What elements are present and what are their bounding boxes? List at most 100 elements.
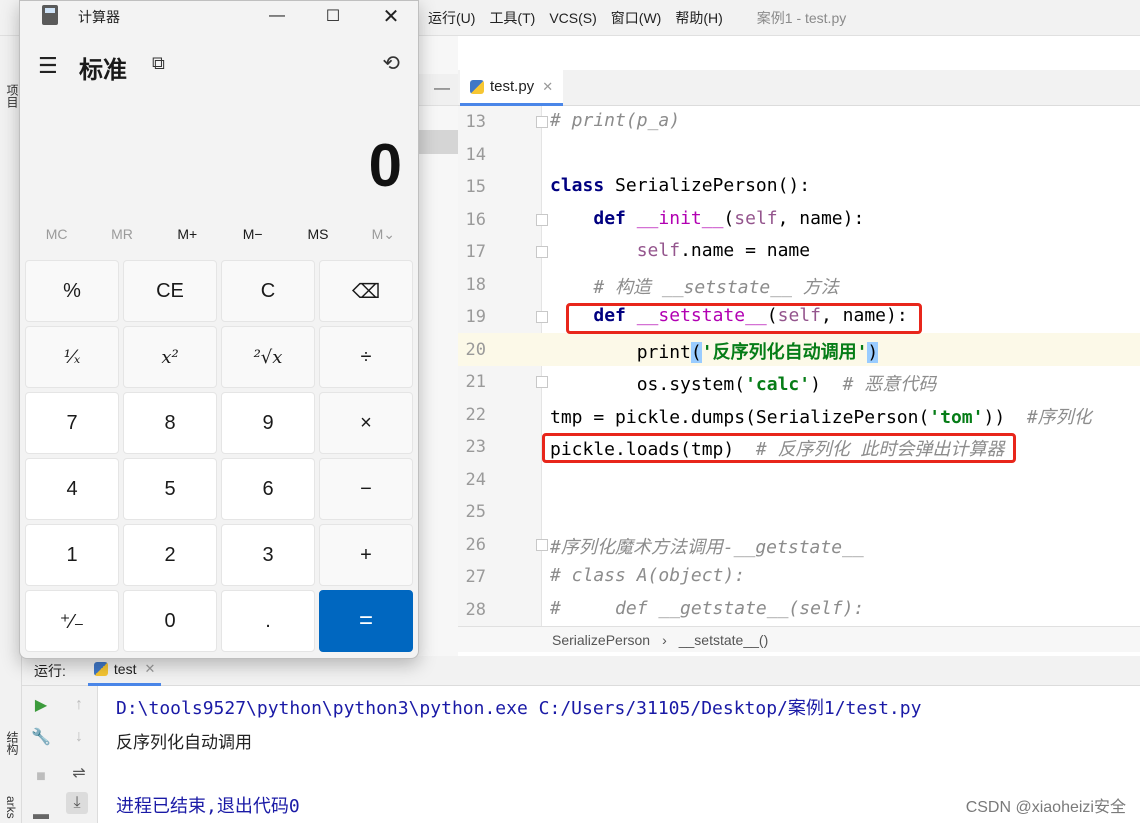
code-line-28: # def __getstate__(self): [550,598,865,619]
clear-button[interactable]: C [221,260,315,322]
code-line-20: print('反序列化自动调用') [550,342,879,363]
plus-button[interactable]: + [319,524,413,586]
fold-marker[interactable] [536,246,548,258]
pin-icon[interactable]: ▬ [30,804,52,823]
clear-entry-button[interactable]: CE [123,260,217,322]
breadcrumb-method[interactable]: __setstate__() [679,632,769,648]
code-line-17: self.name = name [636,240,811,261]
run-label: 运行: [34,662,66,679]
calculator-titlebar[interactable]: 计算器 — ☐ ✕ [20,1,418,31]
calculator-display: 0 [368,132,402,199]
square-button[interactable]: x² [123,326,217,388]
digit-6-button[interactable]: 6 [221,458,315,520]
stop-icon[interactable]: ■ [30,766,52,788]
fold-marker[interactable] [536,116,548,128]
digit-1-button[interactable]: 1 [25,524,119,586]
line-number: 25 [465,502,486,522]
memory-recall-button[interactable]: MR [89,226,154,250]
percent-button[interactable]: % [25,260,119,322]
digit-8-button[interactable]: 8 [123,392,217,454]
chevron-right-icon: › [662,631,667,648]
arrow-up-icon[interactable]: ↑ [68,694,90,716]
calculator-mode-title: 标准 [79,57,127,84]
line-number: 23 [465,437,486,457]
square-root-button[interactable]: ²√x [221,326,315,388]
digit-4-button[interactable]: 4 [25,458,119,520]
menu-vcs[interactable]: VCS(S) [549,10,596,26]
calculator-window: 计算器 — ☐ ✕ ☰ 标准 ⧉ ⟲ 0 MC MR M+ M− MS M⌄ %… [19,0,419,659]
code-line-18: # 构造 __setstate__ 方法 [593,277,839,298]
close-icon[interactable]: ✕ [144,661,155,677]
wrench-icon[interactable]: 🔧 [30,726,52,748]
watermark: CSDN @xiaoheizi安全 [965,799,1126,816]
digit-5-button[interactable]: 5 [123,458,217,520]
collapse-icon[interactable]: — [434,80,450,98]
console-command: D:\tools9527\python\python3\python.exe C… [116,698,922,719]
equals-button[interactable]: = [319,590,413,652]
keep-on-top-icon[interactable]: ⧉ [152,53,165,74]
run-toolbar-secondary: ↑ ↓ ⇌ ⤓ [60,686,98,823]
code-line-21: os.system('calc') # 恶意代码 [550,374,937,395]
backspace-button[interactable]: ⌫ [319,260,413,322]
close-icon[interactable]: ✕ [542,79,553,95]
digit-7-button[interactable]: 7 [25,392,119,454]
line-number: 18 [465,275,486,295]
digit-0-button[interactable]: 0 [123,590,217,652]
run-tab-test[interactable]: test ✕ [87,656,162,686]
minus-button[interactable]: − [319,458,413,520]
rerun-icon[interactable]: ▶ [30,694,52,716]
divide-button[interactable]: ÷ [319,326,413,388]
negate-button[interactable]: ⁺⁄₋ [25,590,119,652]
run-toolbar: ▶ 🔧 ■ ▬ [22,686,60,823]
memory-clear-button[interactable]: MC [24,226,89,250]
digit-3-button[interactable]: 3 [221,524,315,586]
run-panel-header: 运行: test ✕ [22,656,1140,686]
console-output: 反序列化自动调用 [116,733,252,753]
memory-list-button[interactable]: M⌄ [351,226,416,250]
maximize-button[interactable]: ☐ [308,1,358,31]
digit-9-button[interactable]: 9 [221,392,315,454]
menu-run[interactable]: 运行(U) [428,8,475,28]
loads-highlight-box [542,433,1016,463]
reciprocal-button[interactable]: ¹⁄ₓ [25,326,119,388]
memory-add-button[interactable]: M+ [155,226,220,250]
fold-marker[interactable] [536,376,548,388]
fold-marker[interactable] [536,539,548,551]
breadcrumb: SerializePerson › __setstate__() [458,626,1140,652]
fold-marker[interactable] [536,311,548,323]
history-icon[interactable]: ⟲ [382,51,400,76]
code-line-15: class SerializePerson(): [550,175,811,196]
hamburger-menu-icon[interactable]: ☰ [38,53,58,79]
soft-wrap-icon[interactable]: ⇌ [68,762,90,784]
line-number: 24 [465,470,486,490]
memory-subtract-button[interactable]: M− [220,226,285,250]
line-number: 27 [465,567,486,587]
line-number: 15 [465,177,486,197]
memory-row: MC MR M+ M− MS M⌄ [24,226,416,250]
scroll-to-end-icon[interactable]: ⤓ [66,792,88,814]
console-exit-message: 进程已结束,退出代码0 [116,796,300,817]
setstate-highlight-box [566,303,922,334]
digit-2-button[interactable]: 2 [123,524,217,586]
tab-test-py[interactable]: test.py ✕ [460,70,564,106]
menu-window[interactable]: 窗口(W) [611,8,662,28]
ide-menu: 运行(U) 工具(T) VCS(S) 窗口(W) 帮助(H) 案例1 - tes… [428,0,846,36]
fold-marker[interactable] [536,214,548,226]
code-line-22: tmp = pickle.dumps(SerializePerson('tom'… [550,407,1092,428]
arrow-down-icon[interactable]: ↓ [68,726,90,748]
structure-tool-label[interactable]: 结构 [4,731,21,755]
breadcrumb-class[interactable]: SerializePerson [552,632,650,648]
bookmarks-tool-label[interactable]: arks [4,796,18,819]
calculator-keypad: % CE C ⌫ ¹⁄ₓ x² ²√x ÷ 7 8 9 × 4 5 6 − 1 … [25,260,415,652]
multiply-button[interactable]: × [319,392,413,454]
decimal-button[interactable]: . [221,590,315,652]
ide-window-title: 案例1 - test.py [756,10,847,26]
menu-tools[interactable]: 工具(T) [489,8,535,28]
code-line-26: #序列化魔术方法调用-__getstate__ [550,537,864,558]
close-button[interactable]: ✕ [366,1,416,31]
code-line-16: def __init__(self, name): [593,208,865,229]
menu-help[interactable]: 帮助(H) [675,8,722,28]
minimize-button[interactable]: — [252,1,302,31]
tab-label: test.py [490,78,535,95]
memory-store-button[interactable]: MS [285,226,350,250]
